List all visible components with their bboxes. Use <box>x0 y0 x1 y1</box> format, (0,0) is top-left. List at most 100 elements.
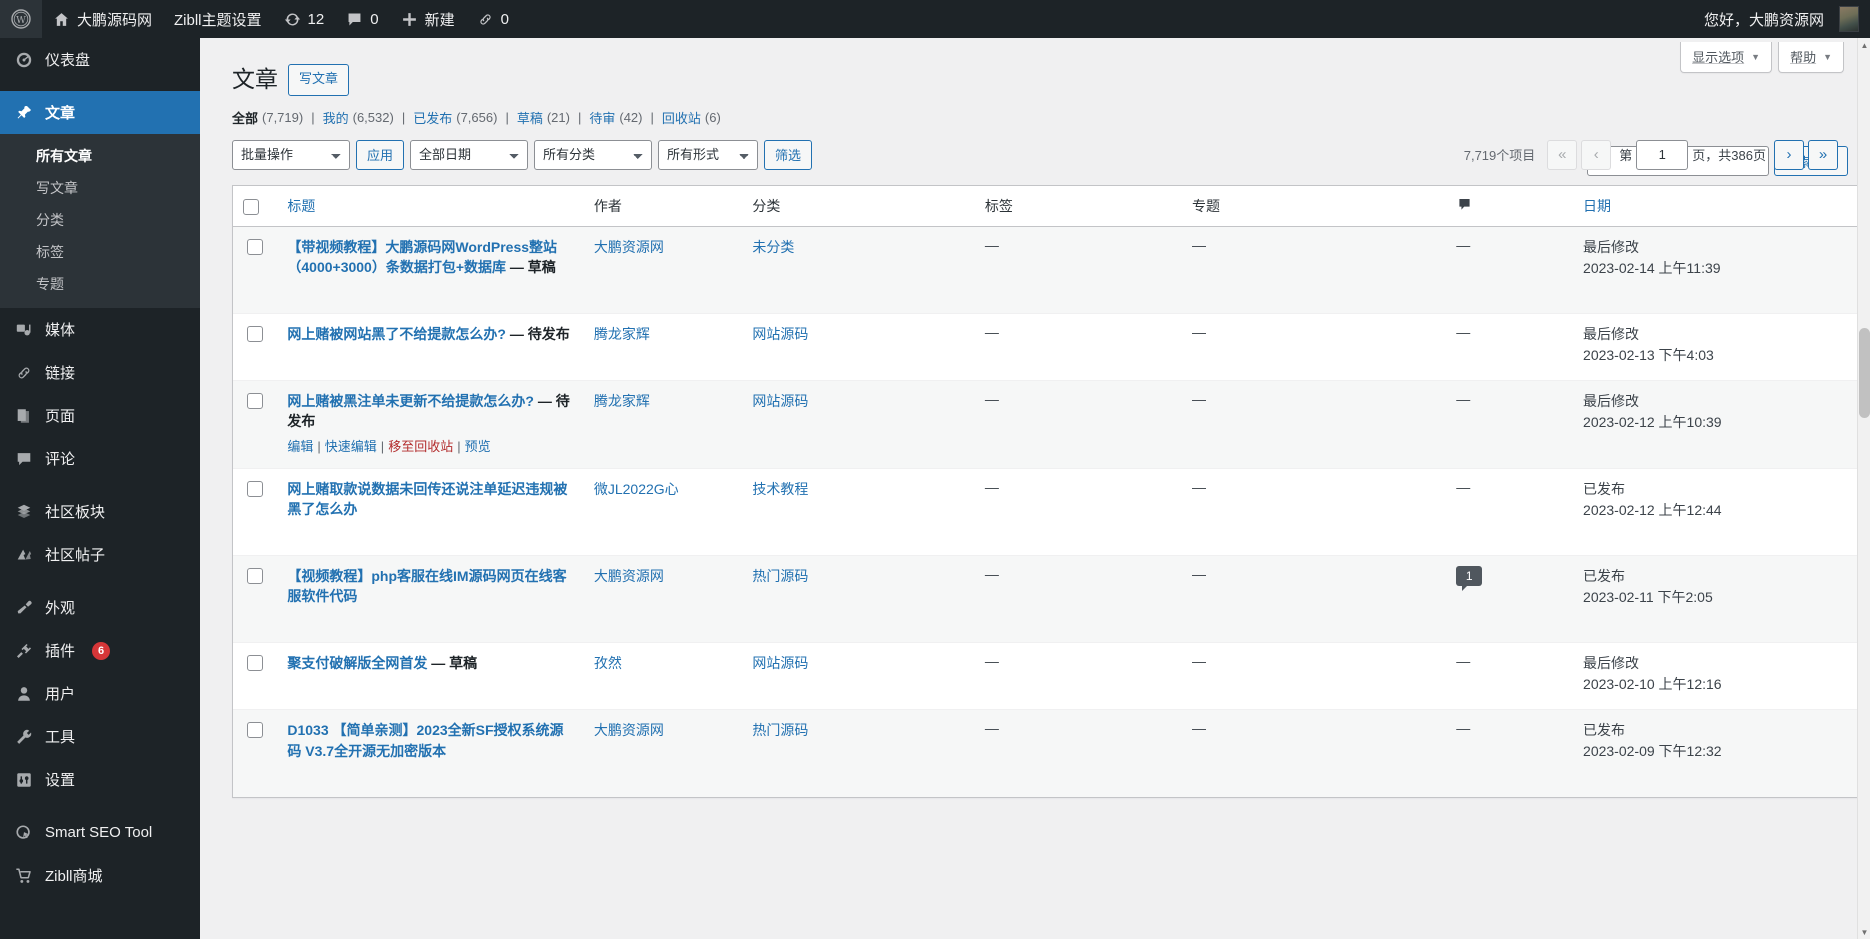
post-category-link[interactable]: 未分类 <box>752 239 794 255</box>
users-icon <box>14 685 34 703</box>
sidebar-item-smart-seo-tool[interactable]: Smart SEO Tool <box>0 811 200 854</box>
updates-menu[interactable]: 12 <box>273 0 336 38</box>
sort-by-date-link[interactable]: 日期 <box>1583 198 1611 214</box>
post-title-link[interactable]: 网上赌被黑注单未更新不给提款怎么办? — 待发布 <box>287 391 573 432</box>
sidebar-item-users[interactable]: 用户 <box>0 672 200 715</box>
row-action-preview[interactable]: 预览 <box>465 439 491 454</box>
sidebar-item-comments[interactable]: 评论 <box>0 437 200 480</box>
sidebar-item-media[interactable]: 媒体 <box>0 308 200 351</box>
select-all-checkbox[interactable] <box>243 199 259 215</box>
sidebar-item-add-new-post[interactable]: 写文章 <box>0 172 200 204</box>
scrollbar-thumb[interactable] <box>1859 328 1870 418</box>
bulk-action-select[interactable]: 批量操作 <box>232 140 350 170</box>
post-category-link[interactable]: 热门源码 <box>752 722 808 738</box>
post-category-link[interactable]: 网站源码 <box>752 326 808 342</box>
post-title-link[interactable]: 【视频教程】php客服在线IM源码网页在线客服软件代码 <box>287 566 573 607</box>
post-author-link[interactable]: 腾龙家辉 <box>594 393 650 409</box>
row-action-trash[interactable]: 移至回收站 <box>388 439 453 454</box>
sidebar-item-community-boards[interactable]: 社区板块 <box>0 490 200 533</box>
next-page-button[interactable]: › <box>1774 140 1804 170</box>
sidebar-item-topics[interactable]: 专题 <box>0 268 200 300</box>
filter-link-pending[interactable]: 待审 <box>589 108 615 127</box>
row-comments-cell: — <box>1446 227 1573 313</box>
sidebar-item-community-posts[interactable]: 社区帖子 <box>0 533 200 576</box>
post-author-link[interactable]: 微JL2022G心 <box>594 481 679 497</box>
filter-link-trash[interactable]: 回收站 <box>662 108 701 127</box>
comments-menu[interactable]: 0 <box>335 0 389 38</box>
post-title-link[interactable]: 【带视频教程】大鹏源码网WordPress整站（4000+3000）条数据打包+… <box>287 237 573 278</box>
page-scrollbar[interactable]: ▲ ▼ <box>1857 38 1870 939</box>
sidebar-item-dashboard[interactable]: 仪表盘 <box>0 38 200 81</box>
post-category-link[interactable]: 网站源码 <box>752 655 808 671</box>
sidebar-item-appearance[interactable]: 外观 <box>0 586 200 629</box>
filter-link-draft[interactable]: 草稿 <box>517 108 543 127</box>
format-filter-select[interactable]: 所有形式 <box>658 140 758 170</box>
post-author-link[interactable]: 大鹏资源网 <box>594 722 664 738</box>
site-name-menu[interactable]: 大鹏源码网 <box>42 0 163 38</box>
post-title-link[interactable]: 聚支付破解版全网首发 — 草稿 <box>287 653 573 673</box>
post-author-link[interactable]: 腾龙家辉 <box>594 326 650 342</box>
row-action-quick-edit[interactable]: 快速编辑 <box>325 439 377 454</box>
sidebar-item-posts[interactable]: 文章 <box>0 91 200 134</box>
sidebar-item-label: Zibll商城 <box>45 865 103 886</box>
row-comments-cell: — <box>1446 709 1573 796</box>
post-tags-value: — <box>985 720 999 736</box>
sidebar-item-settings[interactable]: 设置 <box>0 758 200 801</box>
sidebar-item-label: 社区帖子 <box>45 544 105 565</box>
screen-options-toggle[interactable]: 显示选项 ▼ <box>1680 42 1772 73</box>
current-page-input[interactable] <box>1636 140 1688 170</box>
row-action-separator: | <box>457 439 460 454</box>
my-account-menu[interactable]: 您好，大鹏资源网 <box>1693 0 1870 38</box>
sidebar-item-tags[interactable]: 标签 <box>0 236 200 268</box>
filter-submit-button[interactable]: 筛选 <box>764 140 812 170</box>
scroll-up-arrow[interactable]: ▲ <box>1858 38 1870 52</box>
post-author-link[interactable]: 孜然 <box>594 655 622 671</box>
sidebar-item-links[interactable]: 链接 <box>0 351 200 394</box>
prev-page-button[interactable]: ‹ <box>1581 140 1611 170</box>
row-checkbox[interactable] <box>247 655 263 671</box>
post-category-link[interactable]: 热门源码 <box>752 568 808 584</box>
help-toggle[interactable]: 帮助 ▼ <box>1778 42 1844 73</box>
post-category-link[interactable]: 网站源码 <box>752 393 808 409</box>
sidebar-item-zibll-shop[interactable]: Zibll商城 <box>0 854 200 897</box>
post-title-link[interactable]: 网上赌取款说数据未回传还说注单延迟违规被黑了怎么办 <box>287 479 573 520</box>
links-menu[interactable]: 0 <box>466 0 520 38</box>
scroll-down-arrow[interactable]: ▼ <box>1858 925 1870 939</box>
apply-bulk-action-button[interactable]: 应用 <box>356 140 404 170</box>
row-checkbox[interactable] <box>247 326 263 342</box>
sort-by-title-link[interactable]: 标题 <box>287 198 315 214</box>
row-checkbox[interactable] <box>247 481 263 497</box>
new-content-menu[interactable]: 新建 <box>390 0 466 38</box>
admin-bar: W 大鹏源码网 Zibll主题设置 12 0 新建 0 <box>0 0 1870 38</box>
date-filter-select[interactable]: 全部日期 <box>410 140 528 170</box>
post-author-link[interactable]: 大鹏资源网 <box>594 239 664 255</box>
zibll-theme-settings-menu[interactable]: Zibll主题设置 <box>163 0 273 38</box>
post-author-link[interactable]: 大鹏资源网 <box>594 568 664 584</box>
row-checkbox[interactable] <box>247 239 263 255</box>
sidebar-item-plugins[interactable]: 插件 6 <box>0 629 200 672</box>
sidebar-item-categories[interactable]: 分类 <box>0 204 200 236</box>
post-state: — 草稿 <box>431 655 477 671</box>
post-title-link[interactable]: D1033 【简单亲测】2023全新SF授权系统源码 V3.7全开源无加密版本 <box>287 720 573 761</box>
sidebar-item-pages[interactable]: 页面 <box>0 394 200 437</box>
comment-count-empty: — <box>1456 720 1470 736</box>
last-page-button[interactable]: » <box>1808 140 1838 170</box>
sidebar-item-all-posts[interactable]: 所有文章 <box>0 140 200 172</box>
row-checkbox[interactable] <box>247 393 263 409</box>
filter-link-all[interactable]: 全部 <box>232 108 258 127</box>
comment-count-bubble[interactable]: 1 <box>1456 566 1482 586</box>
wordpress-logo-menu[interactable]: W <box>0 0 42 38</box>
sidebar-item-tools[interactable]: 工具 <box>0 715 200 758</box>
add-new-post-button[interactable]: 写文章 <box>288 64 349 96</box>
row-action-edit[interactable]: 编辑 <box>287 439 313 454</box>
seo-icon <box>14 824 34 842</box>
post-category-link[interactable]: 技术教程 <box>752 481 808 497</box>
post-tags-value: — <box>985 653 999 669</box>
post-title-link[interactable]: 网上赌被网站黑了不给提款怎么办? — 待发布 <box>287 324 573 344</box>
row-checkbox[interactable] <box>247 722 263 738</box>
row-checkbox[interactable] <box>247 568 263 584</box>
first-page-button[interactable]: « <box>1547 140 1577 170</box>
filter-link-mine[interactable]: 我的 <box>323 108 349 127</box>
category-filter-select[interactable]: 所有分类 <box>534 140 652 170</box>
filter-link-published[interactable]: 已发布 <box>413 108 452 127</box>
